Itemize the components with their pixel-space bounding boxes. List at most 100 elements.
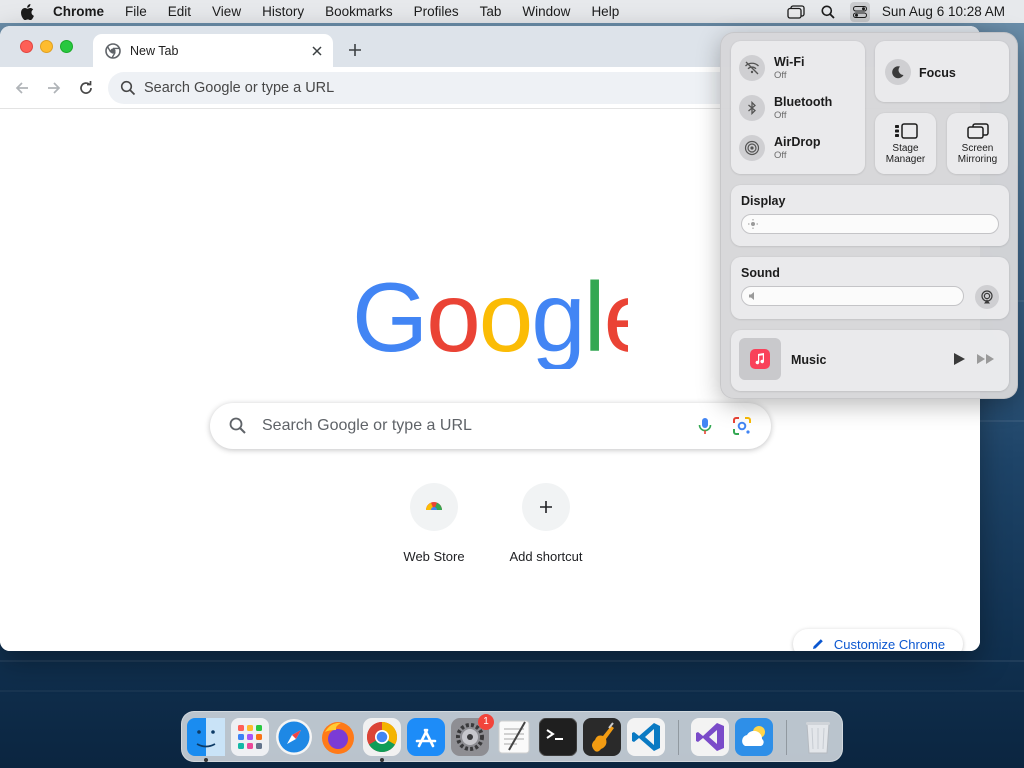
stage-manager-tile[interactable]: Stage Manager <box>875 113 936 174</box>
search-icon <box>120 80 136 96</box>
spotlight-search-icon[interactable] <box>818 2 838 22</box>
dock-separator <box>786 720 787 755</box>
menu-profiles[interactable]: Profiles <box>414 4 459 19</box>
window-close-button[interactable] <box>20 40 33 53</box>
sound-tile: Sound <box>731 257 1009 319</box>
forward-button[interactable] <box>43 77 65 99</box>
safari-icon[interactable] <box>275 718 313 756</box>
music-artwork <box>739 338 781 380</box>
menu-app-name[interactable]: Chrome <box>53 4 104 19</box>
music-label: Music <box>791 353 827 367</box>
wifi-state: Off <box>774 70 787 81</box>
stage-manager-icon[interactable] <box>786 2 806 22</box>
display-label: Display <box>741 194 786 208</box>
shortcut-web-store[interactable]: Web Store <box>378 483 490 564</box>
focus-label: Focus <box>919 66 956 80</box>
menu-window[interactable]: Window <box>522 4 570 19</box>
bluetooth-icon <box>739 95 765 121</box>
dock-separator <box>678 720 679 755</box>
airdrop-state: Off <box>774 150 787 161</box>
shortcut-label: Web Store <box>403 549 465 564</box>
garageband-icon[interactable] <box>583 718 621 756</box>
play-icon[interactable] <box>952 352 966 366</box>
svg-text:Google: Google <box>352 273 628 369</box>
system-settings-badge: 1 <box>478 714 494 730</box>
window-minimize-button[interactable] <box>40 40 53 53</box>
wifi-label: Wi-Fi <box>774 55 805 69</box>
screen-mirroring-tile[interactable]: Screen Mirroring <box>947 113 1008 174</box>
visual-studio-code-icon[interactable] <box>627 718 665 756</box>
visual-studio-icon[interactable] <box>691 718 729 756</box>
connectivity-tile: Wi-Fi Off Bluetooth Off AirDrop Off <box>731 41 865 174</box>
customize-chrome-button[interactable]: Customize Chrome <box>793 629 963 651</box>
firefox-icon[interactable] <box>319 718 357 756</box>
menu-tab[interactable]: Tab <box>480 4 502 19</box>
airdrop-label: AirDrop <box>774 135 821 149</box>
menu-file[interactable]: File <box>125 4 147 19</box>
stage-manager-icon <box>893 121 919 141</box>
google-search-box[interactable] <box>210 403 771 449</box>
bluetooth-label: Bluetooth <box>774 95 833 109</box>
screen-mirroring-icon <box>965 121 991 141</box>
focus-tile[interactable]: Focus <box>875 41 1009 102</box>
customize-chrome-label: Customize Chrome <box>833 636 946 652</box>
microphone-icon[interactable] <box>695 416 715 436</box>
tab-new-tab[interactable]: New Tab <box>93 34 333 67</box>
apple-menu-icon[interactable] <box>18 3 35 20</box>
wifi-toggle[interactable]: Wi-Fi Off <box>739 55 804 81</box>
finder-icon[interactable] <box>187 718 225 756</box>
window-zoom-button[interactable] <box>60 40 73 53</box>
sun-icon <box>748 219 758 229</box>
google-lens-icon[interactable] <box>731 415 753 437</box>
reload-button[interactable] <box>75 77 97 99</box>
fast-forward-icon[interactable] <box>976 353 996 365</box>
google-search-input[interactable] <box>262 417 695 435</box>
trash-icon[interactable] <box>799 718 837 756</box>
control-center-panel: Wi-Fi Off Bluetooth Off AirDrop Off Focu… <box>720 32 1018 399</box>
chrome-running-indicator <box>380 758 384 762</box>
menu-view[interactable]: View <box>212 4 241 19</box>
speaker-icon <box>749 292 754 300</box>
bluetooth-state: Off <box>774 110 787 121</box>
menubar-clock[interactable]: Sun Aug 6 10:28 AM <box>882 4 1005 19</box>
menu-bookmarks[interactable]: Bookmarks <box>325 4 393 19</box>
screen-mirroring-label-line2: Mirroring <box>957 154 998 165</box>
wifi-off-icon <box>739 55 765 81</box>
reload-icon <box>80 81 92 94</box>
back-button[interactable] <box>11 77 33 99</box>
search-icon <box>229 417 246 434</box>
new-tab-button[interactable] <box>344 39 366 61</box>
airplay-audio-icon <box>981 290 993 304</box>
dock: 1 <box>181 711 843 762</box>
terminal-icon[interactable] <box>539 718 577 756</box>
music-tile[interactable]: Music <box>731 330 1009 391</box>
google-logo: Google <box>352 273 628 369</box>
menu-help[interactable]: Help <box>591 4 619 19</box>
bluetooth-toggle[interactable]: Bluetooth Off <box>739 95 832 121</box>
chrome-favicon-icon <box>105 42 121 59</box>
control-center-icon[interactable] <box>849 1 870 22</box>
shortcut-add[interactable]: Add shortcut <box>490 483 602 564</box>
weather-icon[interactable] <box>735 718 773 756</box>
menu-edit[interactable]: Edit <box>168 4 191 19</box>
pencil-icon <box>812 639 823 649</box>
launchpad-icon[interactable] <box>231 718 269 756</box>
google-chrome-icon[interactable] <box>363 718 401 756</box>
display-brightness-slider[interactable] <box>741 214 999 234</box>
display-tile: Display <box>731 185 1009 246</box>
tab-close-icon[interactable] <box>307 41 327 61</box>
menu-history[interactable]: History <box>262 4 304 19</box>
screen-mirroring-label-line1: Screen <box>961 143 994 154</box>
textedit-icon[interactable] <box>495 718 533 756</box>
tab-title: New Tab <box>130 43 179 58</box>
plus-icon <box>522 483 570 531</box>
airdrop-toggle[interactable]: AirDrop Off <box>739 135 821 161</box>
sound-volume-slider[interactable] <box>741 286 964 306</box>
app-store-icon[interactable] <box>407 718 445 756</box>
shortcut-label: Add shortcut <box>509 549 583 564</box>
sound-label: Sound <box>741 266 780 280</box>
menu-bar: Chrome File Edit View History Bookmarks … <box>0 0 1024 23</box>
omnibox-input[interactable] <box>144 80 644 96</box>
airplay-audio-button[interactable] <box>975 285 999 309</box>
chrome-web-store-icon <box>410 483 458 531</box>
